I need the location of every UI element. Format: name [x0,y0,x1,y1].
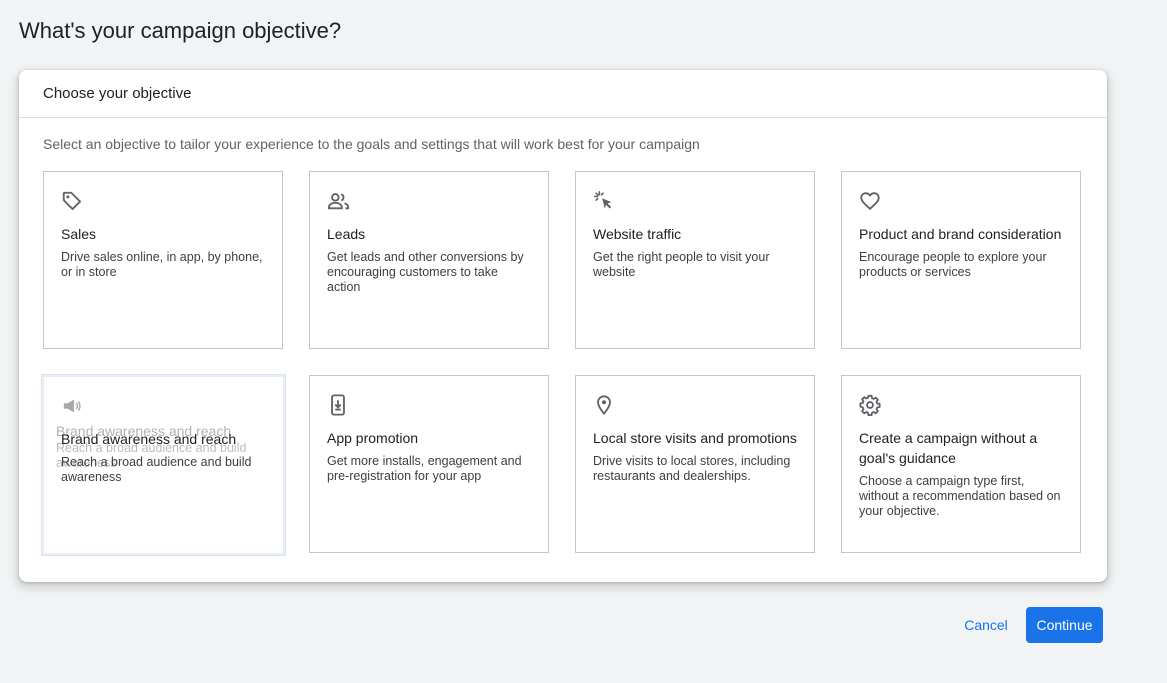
megaphone-icon [61,395,267,417]
objective-title: Leads [327,226,366,242]
objective-tile-brand-awareness[interactable]: Brand awareness and reach Reach a broad … [42,375,285,555]
objective-description: Get the right people to visit your websi… [593,250,770,279]
objective-title: Brand awareness and reach [61,431,237,447]
objective-description: Drive visits to local stores, including … [593,454,791,483]
objective-title: Sales [61,226,97,242]
tag-icon [61,190,266,212]
objective-tile-sales[interactable]: Sales Drive sales online, in app, by pho… [43,171,283,349]
cancel-button[interactable]: Cancel [954,607,1018,643]
phone-download-icon [327,394,532,416]
card-header: Choose your objective [19,70,1107,118]
objective-card: Choose your objective Select an objectiv… [19,70,1107,582]
card-subtitle: Select an objective to tailor your exper… [43,136,700,152]
objective-title: App promotion [327,430,419,446]
location-pin-icon [593,394,798,416]
continue-button[interactable]: Continue [1026,607,1103,643]
objective-description: Get leads and other conversions by encou… [327,250,524,294]
gear-icon [859,394,1064,416]
objective-tile-app-promotion[interactable]: App promotion Get more installs, engagem… [309,375,549,553]
objective-description: Reach a broad audience and build awarene… [61,455,252,484]
objective-tile-product-brand-consideration[interactable]: Product and brand consideration Encourag… [841,171,1081,349]
objective-tile-website-traffic[interactable]: Website traffic Get the right people to … [575,171,815,349]
people-icon [327,190,532,212]
objective-description: Get more installs, engagement and pre-re… [327,454,522,483]
heart-icon [859,190,1064,212]
objective-description: Choose a campaign type first, without a … [859,474,1061,518]
objective-title: Create a campaign without a goal's guida… [859,430,1038,466]
objective-title: Product and brand consideration [859,226,1062,242]
objective-title: Local store visits and promotions [593,430,797,446]
objective-tile-leads[interactable]: Leads Get leads and other conversions by… [309,171,549,349]
cursor-click-icon [593,190,798,212]
objective-description: Encourage people to explore your product… [859,250,1047,279]
objective-tile-local-store-visits[interactable]: Local store visits and promotions Drive … [575,375,815,553]
objective-tile-no-goal[interactable]: Create a campaign without a goal's guida… [841,375,1081,553]
page-title: What's your campaign objective? [19,18,342,43]
objective-description: Drive sales online, in app, by phone, or… [61,250,263,279]
objective-title: Website traffic [593,226,682,242]
